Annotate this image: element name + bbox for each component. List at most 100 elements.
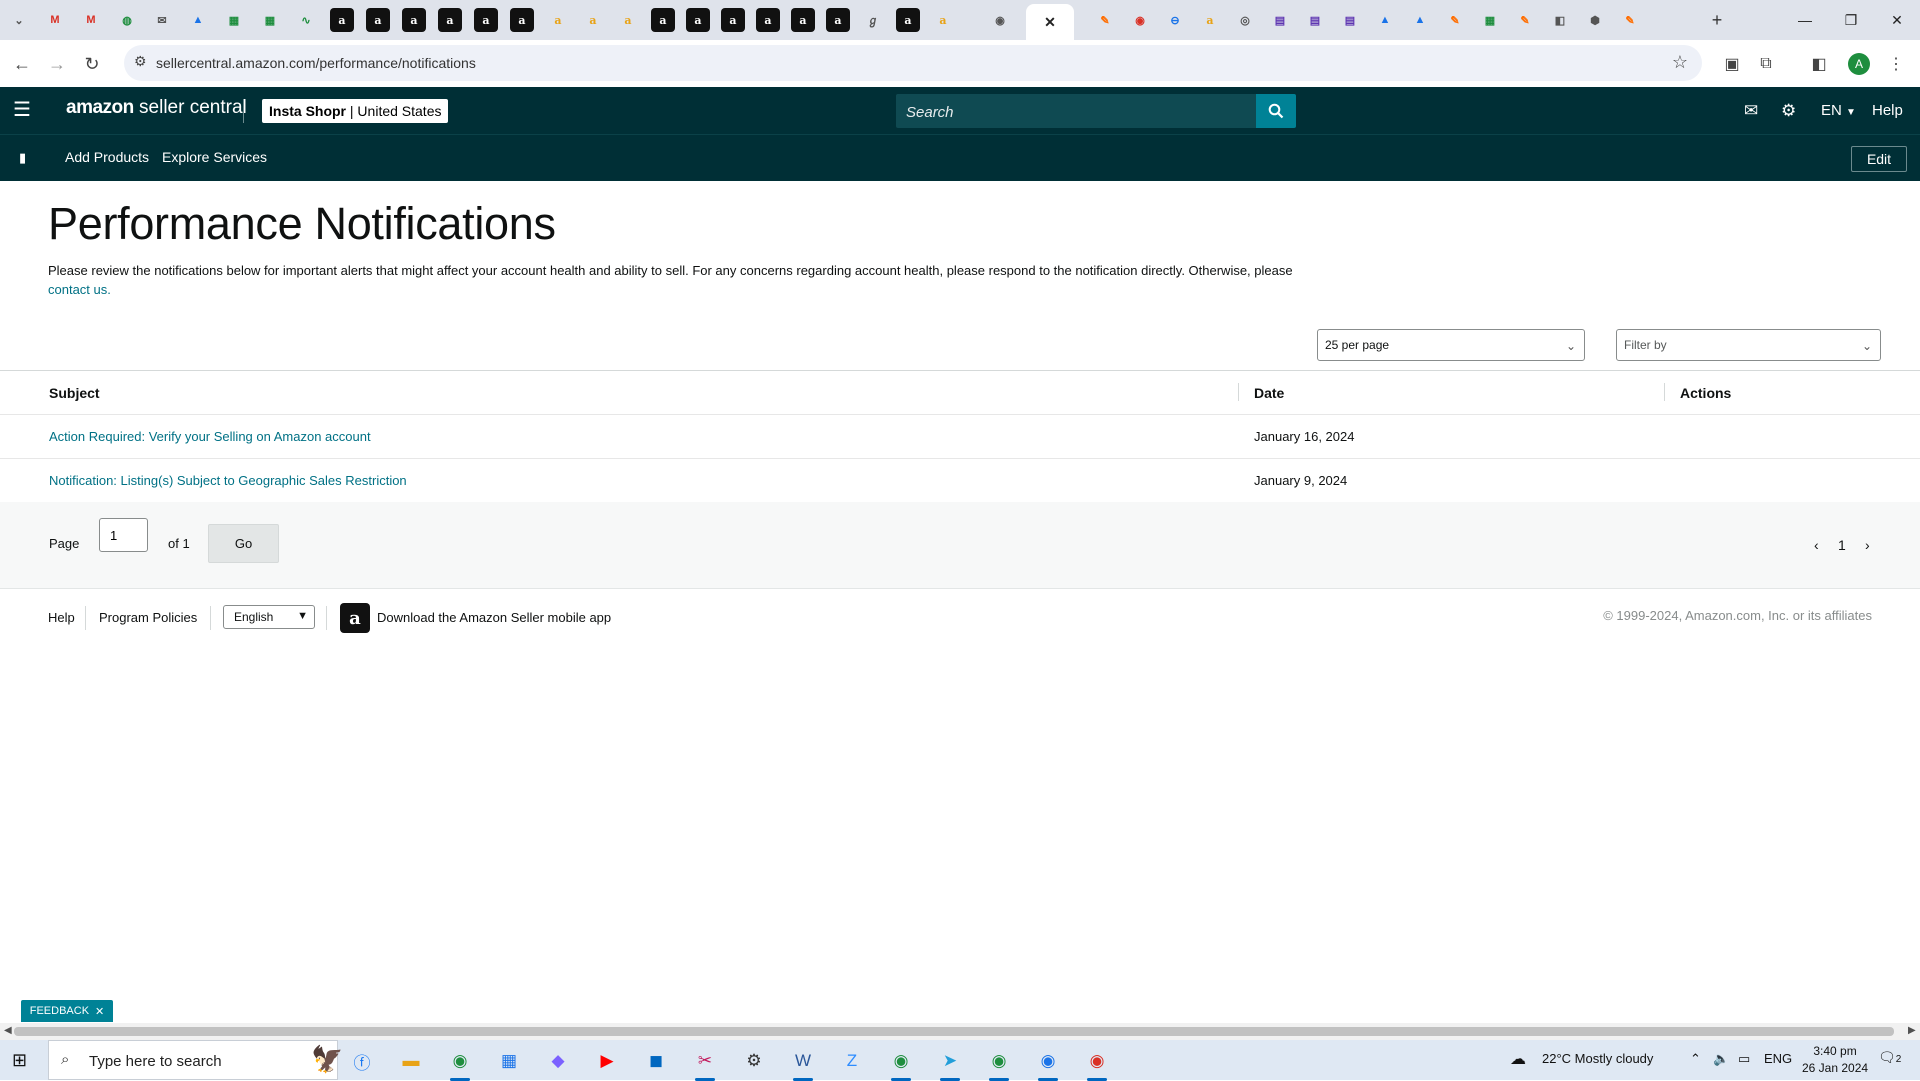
youtube-app-icon[interactable]: ▶ <box>593 1047 621 1075</box>
search-input[interactable] <box>896 94 1248 130</box>
scrollbar-thumb[interactable] <box>14 1027 1894 1036</box>
amazon-tab-icon[interactable]: a <box>581 8 605 32</box>
horizontal-scrollbar[interactable]: ◀ ▶ <box>0 1023 1920 1040</box>
facebook-app-icon[interactable]: ⓕ <box>348 1047 376 1075</box>
wix-tab-icon[interactable]: ✉ <box>150 8 174 32</box>
reload-icon[interactable]: ↻ <box>78 50 106 78</box>
footer-program-policies-link[interactable]: Program Policies <box>99 610 197 625</box>
amazon-tab-icon[interactable]: a <box>721 8 745 32</box>
bookmark-star-icon[interactable]: ☆ <box>1672 52 1688 73</box>
app-tab-icon[interactable]: ▤ <box>1303 8 1327 32</box>
snipping-tool-icon[interactable]: ✂ <box>691 1047 719 1081</box>
close-icon[interactable]: ✕ <box>95 1005 104 1018</box>
mail-icon[interactable]: ✉ <box>1744 99 1758 123</box>
page-number[interactable]: 1 <box>1838 537 1846 553</box>
chevron-right-icon[interactable]: › <box>1865 537 1870 553</box>
site-info-icon[interactable]: ⚙ <box>134 53 147 70</box>
forward-icon[interactable]: → <box>43 50 71 78</box>
extension-icon[interactable]: ▣ <box>1718 50 1746 78</box>
amazon-tab-icon[interactable]: a <box>686 8 710 32</box>
active-tab[interactable]: ✕ <box>1026 4 1074 40</box>
footer-help-link[interactable]: Help <box>48 610 75 625</box>
nav-add-products[interactable]: Add Products <box>65 149 149 165</box>
app-tab-icon[interactable]: ◍ <box>115 8 139 32</box>
edit-bookmarks-button[interactable]: Edit <box>1851 146 1907 172</box>
app-tab-icon[interactable]: ✎ <box>1513 8 1537 32</box>
chrome-app-icon[interactable]: ◉ <box>1034 1047 1062 1081</box>
restore-button[interactable]: ❐ <box>1828 6 1874 34</box>
app-tab-icon[interactable]: ℊ <box>861 8 885 32</box>
app-tab-icon[interactable]: ✎ <box>1093 8 1117 32</box>
telegram-app-icon[interactable]: ➤ <box>936 1047 964 1081</box>
notification-subject-link[interactable]: Action Required: Verify your Selling on … <box>49 429 371 444</box>
speaker-icon[interactable]: 🔈 <box>1713 1051 1729 1067</box>
hamburger-menu-icon[interactable]: ☰ <box>13 100 33 120</box>
gear-icon[interactable]: ⚙ <box>1781 99 1796 123</box>
file-explorer-icon[interactable]: ▬ <box>397 1047 425 1075</box>
drive-tab-icon[interactable]: ▲ <box>186 8 210 32</box>
app-tab-icon[interactable]: ◎ <box>1233 8 1257 32</box>
word-app-icon[interactable]: W <box>789 1047 817 1081</box>
extensions-puzzle-icon[interactable]: ⧉ <box>1752 50 1780 78</box>
scroll-left-icon[interactable]: ◀ <box>4 1025 12 1036</box>
amazon-seller-app-icon[interactable]: a <box>340 603 370 633</box>
tray-chevron-up-icon[interactable]: ⌃ <box>1690 1051 1701 1067</box>
chevron-left-icon[interactable]: ‹ <box>1814 537 1819 553</box>
language-selector[interactable]: EN ▼ <box>1821 102 1856 119</box>
store-app-icon[interactable]: ◼ <box>642 1047 670 1075</box>
chrome-app-icon[interactable]: ◉ <box>985 1047 1013 1081</box>
zoom-app-icon[interactable]: Z <box>838 1047 866 1075</box>
seller-central-logo[interactable]: amazon seller central <box>66 97 247 119</box>
app-tab-icon[interactable]: ▤ <box>1338 8 1362 32</box>
amazon-tab-icon[interactable]: a <box>402 8 426 32</box>
scroll-right-icon[interactable]: ▶ <box>1908 1025 1916 1036</box>
per-page-select[interactable]: 25 per page ⌄ <box>1317 329 1585 361</box>
amazon-tab-icon[interactable]: a <box>756 8 780 32</box>
gmail-tab-icon[interactable]: M <box>79 8 103 32</box>
input-language[interactable]: ENG <box>1764 1051 1792 1066</box>
network-icon[interactable]: ▭ <box>1738 1051 1750 1067</box>
amazon-tab-icon[interactable]: a <box>931 8 955 32</box>
amazon-tab-icon[interactable]: a <box>896 8 920 32</box>
sheets-tab-icon[interactable]: ▦ <box>258 8 282 32</box>
drive-tab-icon[interactable]: ▲ <box>1408 8 1432 32</box>
download-app-link[interactable]: Download the Amazon Seller mobile app <box>377 610 611 625</box>
app-tab-icon[interactable]: ⬢ <box>1583 8 1607 32</box>
address-bar[interactable]: ⚙ sellercentral.amazon.com/performance/n… <box>124 45 1702 81</box>
side-panel-icon[interactable]: ◧ <box>1805 50 1833 78</box>
notification-center-icon[interactable]: 🗨2 <box>1878 1049 1901 1066</box>
chrome-app-icon[interactable]: ◉ <box>887 1047 915 1081</box>
new-tab-button[interactable]: + <box>1705 8 1729 32</box>
bookmark-icon[interactable]: ▮ <box>19 150 26 166</box>
url-text[interactable]: sellercentral.amazon.com/performance/not… <box>156 55 476 71</box>
amazon-tab-icon[interactable]: a <box>366 8 390 32</box>
page-number-input[interactable] <box>99 518 148 552</box>
browser-menu-icon[interactable]: ⋮ <box>1882 50 1910 78</box>
close-icon[interactable]: ✕ <box>1044 14 1056 31</box>
go-button[interactable]: Go <box>208 524 279 563</box>
settings-app-icon[interactable]: ⚙ <box>740 1047 768 1075</box>
tab-search-icon[interactable]: ⌄ <box>7 8 31 32</box>
footer-language-select[interactable]: English ▼ <box>223 605 315 629</box>
notification-subject-link[interactable]: Notification: Listing(s) Subject to Geog… <box>49 473 407 488</box>
taskbar-search-input[interactable] <box>87 1049 281 1073</box>
amazon-tab-icon[interactable]: a <box>616 8 640 32</box>
minimize-button[interactable]: — <box>1782 6 1828 34</box>
amazon-tab-icon[interactable]: a <box>826 8 850 32</box>
app-tab-icon[interactable]: ◧ <box>1548 8 1572 32</box>
back-icon[interactable]: ← <box>8 50 36 78</box>
amazon-tab-icon[interactable]: a <box>474 8 498 32</box>
amazon-tab-icon[interactable]: a <box>438 8 462 32</box>
system-clock[interactable]: 3:40 pm 26 Jan 2024 <box>1802 1043 1868 1077</box>
sheets-tab-icon[interactable]: ▦ <box>1478 8 1502 32</box>
weather-text[interactable]: 22°C Mostly cloudy <box>1542 1051 1653 1066</box>
store-switcher[interactable]: Insta Shopr | United States <box>262 99 449 123</box>
amazon-tab-icon[interactable]: a <box>651 8 675 32</box>
amazon-tab-icon[interactable]: a <box>330 8 354 32</box>
copilot-app-icon[interactable]: ◆ <box>544 1047 572 1075</box>
windows-start-icon[interactable]: ⊞ <box>12 1050 27 1071</box>
chrome-app-icon[interactable]: ◉ <box>1083 1047 1111 1081</box>
search-button[interactable] <box>1256 94 1296 128</box>
chrome-app-icon[interactable]: ◉ <box>446 1047 474 1081</box>
filter-select[interactable]: Filter by ⌄ <box>1616 329 1881 361</box>
